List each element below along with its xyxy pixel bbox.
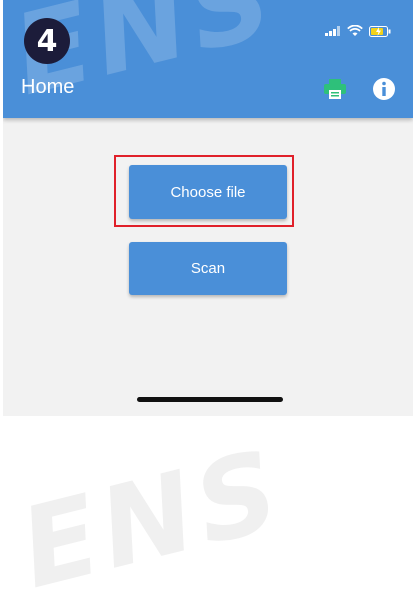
step-badge: 4 — [24, 18, 70, 64]
status-bar — [325, 25, 391, 37]
printer-icon — [324, 79, 346, 99]
info-icon — [373, 78, 395, 100]
app-bar: ENS Home — [3, 0, 413, 120]
watermark: ENS — [8, 424, 296, 613]
scan-button[interactable]: Scan — [129, 242, 287, 295]
highlight-box — [114, 155, 294, 227]
page-title: Home — [21, 76, 75, 98]
print-button[interactable] — [320, 74, 350, 104]
home-indicator — [137, 397, 283, 402]
info-button[interactable] — [369, 74, 399, 104]
battery-charging-icon — [369, 25, 391, 37]
wifi-icon — [347, 25, 363, 36]
signal-icon — [325, 26, 340, 36]
